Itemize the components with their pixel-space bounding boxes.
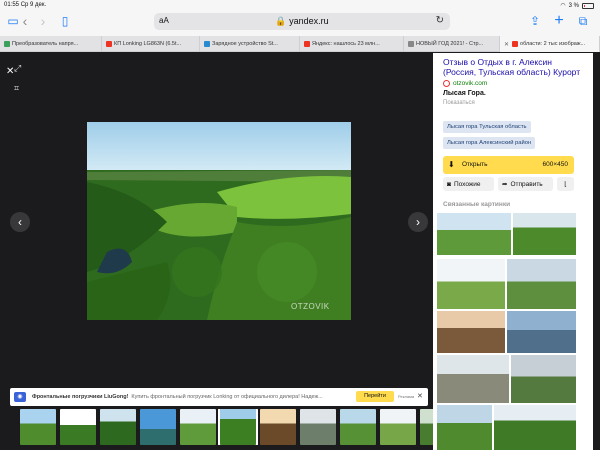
source-site[interactable]: otzovik.com — [443, 80, 487, 87]
tab-6-active[interactable]: ✕ области: 2 тыс изображ... — [500, 36, 600, 52]
tab-favicon — [304, 41, 310, 47]
tab-label: Преобразователь напря... — [12, 41, 79, 47]
tab-label: НОВЫЙ ГОД 2021! - Стр... — [416, 41, 484, 47]
related-image[interactable] — [513, 213, 576, 255]
image-size: 600×450 — [542, 161, 569, 168]
thumbnail[interactable] — [340, 409, 376, 445]
tab-5[interactable]: НОВЫЙ ГОД 2021! - Стр... — [404, 36, 500, 52]
source-page-title[interactable]: Отзыв о Отдых в г. Алексин (Россия, Туль… — [443, 57, 585, 77]
tab-favicon — [4, 41, 10, 47]
url-text: 🔒 yandex.ru — [275, 16, 329, 26]
forward-icon[interactable]: › — [36, 14, 50, 28]
download-icon: ⬇ — [448, 160, 455, 169]
open-label: Открыть — [462, 161, 488, 168]
tab-favicon — [512, 41, 519, 47]
thumbnail-strip — [20, 409, 433, 445]
tab-2[interactable]: КП Lonking LG863N (6.5t... — [102, 36, 200, 52]
share-arrow-icon: ➦ — [502, 181, 508, 188]
related-image[interactable] — [437, 311, 505, 353]
crop-icon[interactable]: ⌗ — [14, 83, 26, 95]
share-icon[interactable]: ⇪ — [528, 14, 542, 28]
status-bar: 01:55 Ср 9 дек. ◠ 3 % — [0, 0, 600, 10]
tab-favicon — [204, 41, 210, 47]
next-image-button[interactable]: › — [408, 212, 428, 232]
reload-icon[interactable]: ↻ — [436, 15, 444, 26]
bookmark-icon: ⌊ — [564, 181, 567, 188]
back-icon[interactable]: ‹ — [18, 14, 32, 28]
tab-4[interactable]: Яндекс: нашлось 23 млн... — [300, 36, 404, 52]
landscape-photo — [87, 122, 351, 320]
wifi-icon: ◠ — [560, 3, 566, 9]
tab-bar: Преобразователь напря... КП Lonking LG86… — [0, 36, 600, 52]
related-image[interactable] — [437, 355, 509, 403]
thumbnail[interactable] — [140, 409, 176, 445]
show-more-link[interactable]: Показаться — [443, 100, 475, 106]
tab-3[interactable]: Зарядное устройство St... — [200, 36, 300, 52]
new-tab-icon[interactable]: + — [552, 13, 566, 29]
status-time: 01:55 Ср 9 дек. — [4, 2, 47, 8]
image-description: Лысая Гора. — [443, 90, 486, 97]
ad-go-button[interactable]: Перейти — [356, 391, 394, 402]
battery-icon — [582, 2, 594, 9]
more-actions-button[interactable]: ⌊ — [557, 177, 574, 191]
fullscreen-icon[interactable]: ⤢ — [14, 63, 26, 75]
ad-label: Реклама — [398, 394, 415, 399]
image-info-panel: Отзыв о Отдых в г. Алексин (Россия, Туль… — [433, 53, 593, 450]
tabs-overview-icon[interactable]: ⧉ — [576, 14, 590, 28]
thumbnail[interactable] — [100, 409, 136, 445]
ad-close-icon[interactable]: ✕ — [417, 392, 423, 400]
ad-title: Фронтальные погрузчики LiuGong! — [32, 394, 129, 400]
tab-label: области: 2 тыс изображ... — [520, 41, 586, 47]
tab-label: Зарядное устройство St... — [212, 41, 278, 47]
address-bar[interactable]: аА 🔒 yandex.ru ↻ — [154, 13, 450, 30]
tab-favicon — [408, 41, 414, 47]
related-images-grid — [437, 213, 577, 450]
thumbnail[interactable] — [20, 409, 56, 445]
browser-toolbar: ▭ ‹ › ▯ аА 🔒 yandex.ru ↻ ⇪ + ⧉ — [0, 10, 600, 36]
status-right: ◠ 3 % — [560, 2, 594, 9]
related-image[interactable] — [507, 259, 576, 309]
ad-logo-icon: ◉ — [14, 392, 26, 402]
tab-1[interactable]: Преобразователь напря... — [0, 36, 102, 52]
related-image[interactable] — [494, 405, 576, 450]
tag-chip[interactable]: Лысая гора Алексинский район — [443, 137, 536, 149]
related-image[interactable] — [437, 213, 511, 255]
send-button[interactable]: ➦ Отправить — [498, 177, 553, 191]
main-image[interactable]: OTZOVIK — [87, 122, 351, 320]
source-domain: otzovik.com — [453, 80, 488, 87]
thumbnail-selected[interactable] — [218, 409, 258, 445]
related-images-title: Связанные картинки — [443, 201, 511, 208]
camera-icon: ◙ — [447, 180, 451, 188]
thumbnail[interactable] — [180, 409, 216, 445]
related-image[interactable] — [437, 405, 492, 450]
site-favicon-icon — [443, 80, 450, 87]
similar-button[interactable]: ◙ Похожие — [443, 177, 494, 191]
related-image[interactable] — [507, 311, 576, 353]
bookmarks-icon[interactable]: ▯ — [58, 14, 72, 28]
similar-label: Похожие — [453, 180, 481, 188]
tab-label: КП Lonking LG863N (6.5t... — [114, 41, 182, 47]
thumbnail[interactable] — [420, 409, 433, 445]
send-label: Отправить — [510, 180, 543, 188]
prev-image-button[interactable]: ‹ — [10, 212, 30, 232]
battery-percent: 3 % — [568, 2, 579, 9]
tag-chip[interactable]: Лысая гора Тульская область — [443, 121, 531, 133]
open-image-button[interactable]: ⬇ Открыть 600×450 — [443, 156, 574, 174]
panel-scroll-gutter — [593, 53, 600, 450]
related-image[interactable] — [437, 259, 505, 309]
related-image[interactable] — [511, 355, 576, 403]
tab-label: Яндекс: нашлось 23 млн... — [312, 41, 380, 47]
watermark-text: OTZOVIK — [291, 302, 330, 311]
thumbnail[interactable] — [60, 409, 96, 445]
thumbnail[interactable] — [300, 409, 336, 445]
tab-favicon — [106, 41, 112, 47]
tab-close-icon[interactable]: ✕ — [504, 41, 509, 48]
ad-text: Купить фронтальный погрузчик Lonking от … — [131, 394, 323, 400]
image-viewer: ✕ ⤢ ⌗ OTZOVIK ‹ › ◉ Фронтальные погрузчи… — [0, 53, 433, 450]
ad-banner[interactable]: ◉ Фронтальные погрузчики LiuGong! Купить… — [10, 388, 428, 406]
thumbnail[interactable] — [260, 409, 296, 445]
thumbnail[interactable] — [380, 409, 416, 445]
